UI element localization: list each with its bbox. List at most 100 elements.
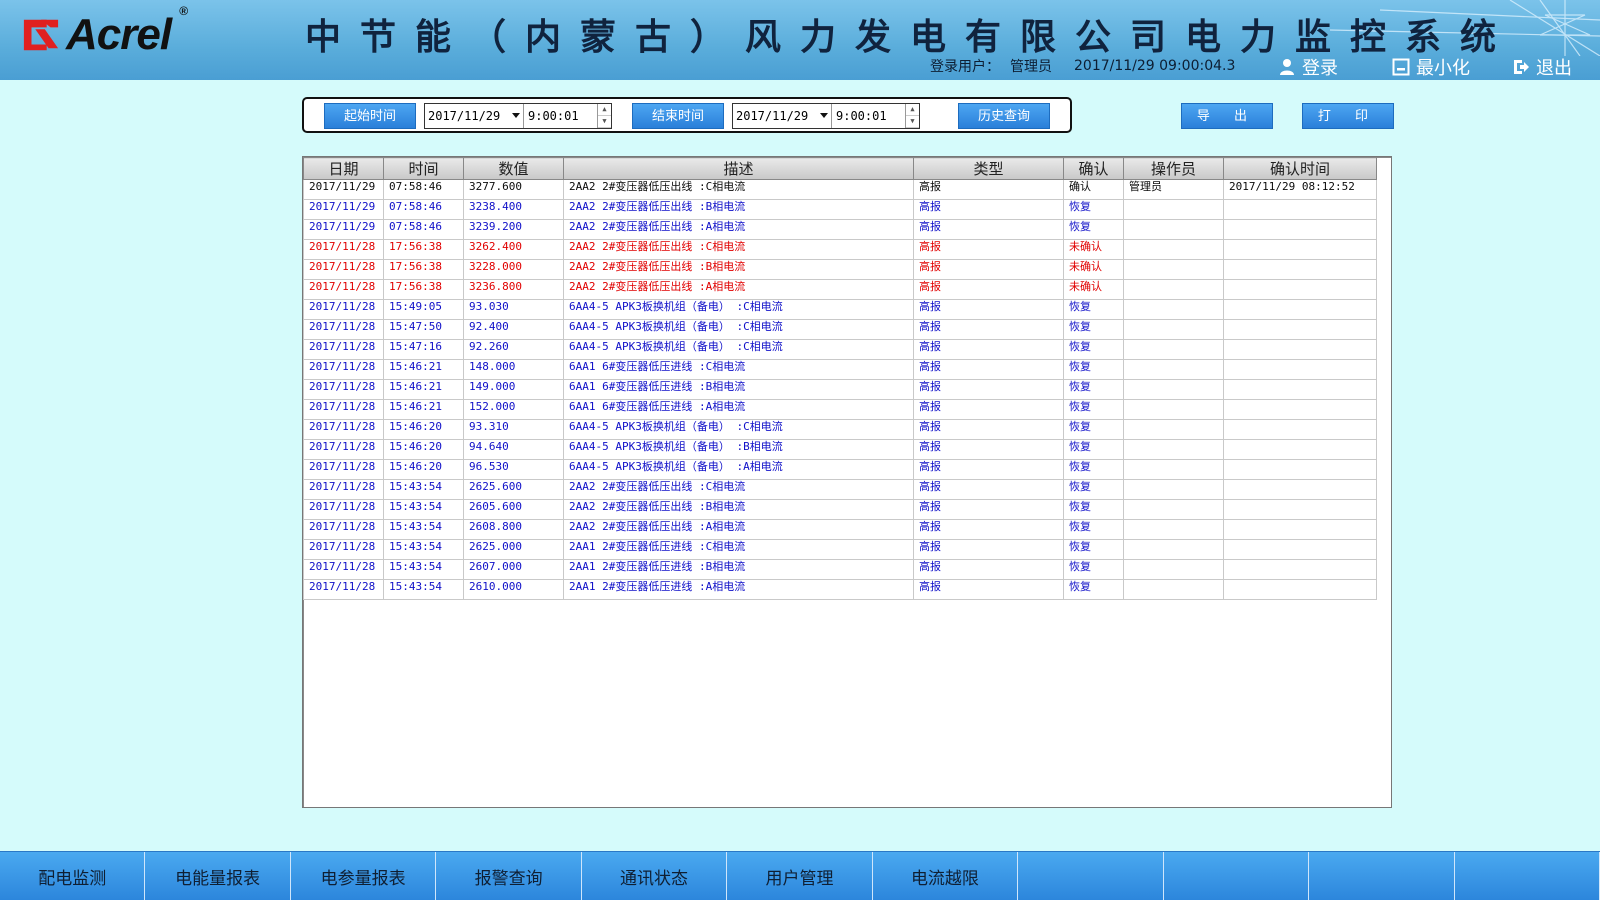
cell-operator [1123,379,1224,400]
nav-item-empty[interactable] [1164,852,1310,900]
table-row[interactable]: 2017/11/29 07:58:46 3238.400 2AA2 2#变压器低压出线… [303,199,1377,220]
nav-item-4[interactable]: 通讯状态 [582,852,728,900]
table-row[interactable]: 2017/11/28 15:43:54 2605.600 2AA2 2#变压器低压出线… [303,499,1377,520]
cell-confirm: 恢复 [1063,359,1124,380]
start-time-button[interactable]: 起始时间 [324,103,416,129]
column-header-description[interactable]: 描述 [563,157,914,180]
exit-button-label: 退出 [1536,58,1572,79]
cell-confirm: 恢复 [1063,219,1124,240]
table-row[interactable]: 2017/11/28 15:43:54 2608.800 2AA2 2#变压器低压出线… [303,519,1377,540]
table-row[interactable]: 2017/11/28 15:47:50 92.400 6AA4-5 APK3板换机组（… [303,319,1377,340]
user-icon [1280,59,1294,75]
chevron-down-icon[interactable] [509,113,523,119]
table-row[interactable]: 2017/11/28 15:46:21 149.000 6AA1 6#变压器低压进线 … [303,379,1377,400]
column-header-confirm-time[interactable]: 确认时间 [1223,157,1377,180]
login-button[interactable]: 登录 [1278,54,1338,80]
cell-type: 高报 [913,279,1064,300]
history-query-button[interactable]: 历史查询 [958,103,1050,129]
spinner-icon[interactable]: ▲ ▼ [905,104,919,128]
cell-time: 07:58:46 [383,179,464,200]
cell-operator [1123,259,1224,280]
cell-operator [1123,359,1224,380]
cell-description: 6AA1 6#变压器低压进线 :A相电流 [563,399,914,420]
cell-confirm-time [1223,419,1377,440]
end-time-value[interactable]: 9:00:01 [831,104,905,128]
cell-description: 6AA1 6#变压器低压进线 :B相电流 [563,379,914,400]
cell-confirm-time [1223,339,1377,360]
table-row[interactable]: 2017/11/28 15:43:54 2610.000 2AA1 2#变压器低压进线… [303,579,1377,600]
brand-name: Acrel ® [66,4,188,59]
table-row[interactable]: 2017/11/28 15:46:20 94.640 6AA4-5 APK3板换机组（… [303,439,1377,460]
cell-time: 15:46:21 [383,379,464,400]
column-header-time[interactable]: 时间 [383,157,464,180]
table-row[interactable]: 2017/11/28 17:56:38 3236.800 2AA2 2#变压器低压出线… [303,279,1377,300]
cell-operator [1123,499,1224,520]
nav-item-empty[interactable] [1309,852,1455,900]
column-header-confirm[interactable]: 确认 [1063,157,1124,180]
cell-confirm: 恢复 [1063,299,1124,320]
cell-confirm-time [1223,219,1377,240]
start-time-value[interactable]: 9:00:01 [523,104,597,128]
cell-value: 2625.600 [463,479,564,500]
cell-confirm: 未确认 [1063,279,1124,300]
column-header-operator[interactable]: 操作员 [1123,157,1224,180]
table-row[interactable]: 2017/11/28 17:56:38 3262.400 2AA2 2#变压器低压出线… [303,239,1377,260]
table-row[interactable]: 2017/11/28 15:47:16 92.260 6AA4-5 APK3板换机组（… [303,339,1377,360]
cell-confirm: 恢复 [1063,459,1124,480]
column-header-value[interactable]: 数值 [463,157,564,180]
table-row[interactable]: 2017/11/28 15:46:21 148.000 6AA1 6#变压器低压进线 … [303,359,1377,380]
acrel-logo: Acrel ® [22,4,188,59]
table-row[interactable]: 2017/11/28 17:56:38 3228.000 2AA2 2#变压器低压出线… [303,259,1377,280]
cell-description: 2AA2 2#变压器低压出线 :A相电流 [563,519,914,540]
cell-date: 2017/11/28 [303,239,384,260]
table-row[interactable]: 2017/11/28 15:43:54 2625.600 2AA2 2#变压器低压出线… [303,479,1377,500]
cell-confirm-time [1223,519,1377,540]
cell-value: 3236.800 [463,279,564,300]
nav-item-empty[interactable] [1455,852,1600,900]
nav-item-6[interactable]: 电流越限 [873,852,1019,900]
nav-item-1[interactable]: 电能量报表 [145,852,291,900]
cell-value: 3277.600 [463,179,564,200]
cell-description: 2AA2 2#变压器低压出线 :A相电流 [563,279,914,300]
cell-time: 15:47:50 [383,319,464,340]
nav-item-2[interactable]: 电参量报表 [291,852,437,900]
cell-operator [1123,419,1224,440]
cell-date: 2017/11/28 [303,499,384,520]
nav-item-3[interactable]: 报警查询 [436,852,582,900]
cell-description: 6AA4-5 APK3板换机组（备电） :C相电流 [563,339,914,360]
nav-item-5[interactable]: 用户管理 [727,852,873,900]
table-row[interactable]: 2017/11/28 15:46:20 96.530 6AA4-5 APK3板换机组（… [303,459,1377,480]
cell-type: 高报 [913,299,1064,320]
table-row[interactable]: 2017/11/28 15:46:21 152.000 6AA1 6#变压器低压进线 … [303,399,1377,420]
start-datetime-picker[interactable]: 2017/11/29 9:00:01 ▲ ▼ [424,103,612,129]
nav-item-0[interactable]: 配电监测 [0,852,146,900]
cell-type: 高报 [913,479,1064,500]
spinner-icon[interactable]: ▲ ▼ [597,104,611,128]
chevron-down-icon[interactable] [817,113,831,119]
column-header-date[interactable]: 日期 [303,157,384,180]
cell-description: 6AA4-5 APK3板换机组（备电） :C相电流 [563,419,914,440]
cell-confirm-time [1223,379,1377,400]
cell-date: 2017/11/28 [303,519,384,540]
table-row[interactable]: 2017/11/29 07:58:46 3239.200 2AA2 2#变压器低压出线… [303,219,1377,240]
end-datetime-picker[interactable]: 2017/11/29 9:00:01 ▲ ▼ [732,103,920,129]
table-row[interactable]: 2017/11/28 15:43:54 2607.000 2AA1 2#变压器低压进线… [303,559,1377,580]
table-row[interactable]: 2017/11/28 15:49:05 93.030 6AA4-5 APK3板换机组（… [303,299,1377,320]
cell-confirm: 确认 [1063,179,1124,200]
print-button[interactable]: 打 印 [1302,103,1394,129]
table-row[interactable]: 2017/11/28 15:46:20 93.310 6AA4-5 APK3板换机组（… [303,419,1377,440]
end-date-value[interactable]: 2017/11/29 [733,109,817,123]
export-button[interactable]: 导 出 [1181,103,1273,129]
exit-button[interactable]: 退出 [1512,54,1572,80]
minimize-button[interactable]: 最小化 [1392,54,1470,80]
cell-confirm: 恢复 [1063,499,1124,520]
table-row[interactable]: 2017/11/28 15:43:54 2625.000 2AA1 2#变压器低压进线… [303,539,1377,560]
end-time-button[interactable]: 结束时间 [632,103,724,129]
column-header-type[interactable]: 类型 [913,157,1064,180]
start-date-value[interactable]: 2017/11/29 [425,109,509,123]
alarm-history-table[interactable]: 日期 时间 数值 描述 类型 确认 操作员 确认时间 2017/11/29 07:… [302,156,1392,808]
table-row[interactable]: 2017/11/29 07:58:46 3277.600 2AA2 2#变压器低压出线… [303,179,1377,200]
cell-operator [1123,339,1224,360]
cell-confirm: 恢复 [1063,439,1124,460]
nav-item-empty[interactable] [1018,852,1164,900]
